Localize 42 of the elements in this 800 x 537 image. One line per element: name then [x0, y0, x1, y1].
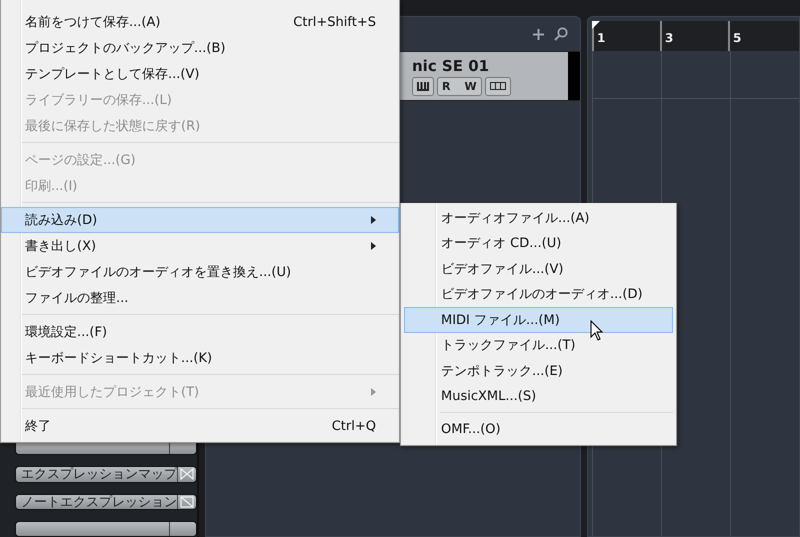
caret-icon [371, 388, 376, 396]
lanes-button[interactable] [484, 76, 511, 96]
menu-item[interactable]: ビデオファイルのオーディオを置き換え...(U) [1, 259, 399, 285]
menu-item[interactable]: トラックファイル...(T) [404, 332, 673, 358]
menu-item[interactable]: テンプレートとして保存...(V) [1, 61, 399, 87]
menu-item[interactable]: 読み込み(D) [1, 207, 399, 233]
caret-icon [371, 242, 376, 250]
menu-item[interactable]: ビデオファイル...(V) [404, 256, 673, 282]
write-label: W [464, 80, 477, 92]
mouse-pointer-icon [590, 320, 603, 341]
menu-item[interactable]: MusicXML...(S) [404, 384, 673, 409]
menu-item[interactable]: OMF...(O) [404, 417, 673, 442]
menu-item[interactable]: オーディオ CD...(U) [404, 230, 673, 256]
menu-item[interactable]: プロジェクトのバックアップ...(B) [1, 35, 399, 61]
menu-item[interactable]: テンポトラック...(E) [404, 358, 673, 384]
plus-icon[interactable] [533, 28, 544, 40]
menu-item[interactable]: 名前をつけて保存...(A) Ctrl+Shift+S [1, 9, 399, 35]
side-button[interactable]: ノートエクスプレッション [15, 494, 197, 510]
side-button-label: ノートエクスプレッション [16, 494, 178, 509]
level-meter [568, 52, 580, 100]
caret-icon [371, 216, 376, 224]
keyboard-button[interactable] [412, 76, 434, 96]
side-button-label: エクスプレッションマップ [16, 467, 178, 482]
menu-item[interactable]: ビデオファイルのオーディオ...(D) [404, 282, 673, 307]
side-button[interactable]: エクスプレッションマップ [15, 466, 197, 482]
bowtie-icon [180, 468, 194, 480]
menu-item[interactable]: 環境設定...(F) [1, 319, 399, 345]
segmented-bar-icon [490, 82, 506, 90]
slashed-square-icon [180, 496, 194, 508]
menu-item[interactable]: オーディオファイル...(A) [404, 205, 673, 230]
track-name: nic SE 01 [412, 56, 490, 74]
menu-item[interactable]: 終了 Ctrl+Q [1, 413, 399, 439]
corner-marker-icon [592, 21, 600, 29]
piano-keys-icon [417, 82, 429, 90]
side-button[interactable] [15, 520, 197, 537]
menu-item[interactable]: キーボードショートカット...(K) [1, 345, 399, 371]
search-icon[interactable] [554, 27, 568, 41]
read-label: R [442, 80, 450, 92]
read-write-button[interactable]: R W [437, 76, 482, 96]
menu-item[interactable]: 書き出し(X) [1, 233, 399, 259]
menu-item[interactable]: ファイルの整理... [1, 285, 399, 311]
menu-item[interactable]: MIDI ファイル...(M) [404, 307, 673, 332]
